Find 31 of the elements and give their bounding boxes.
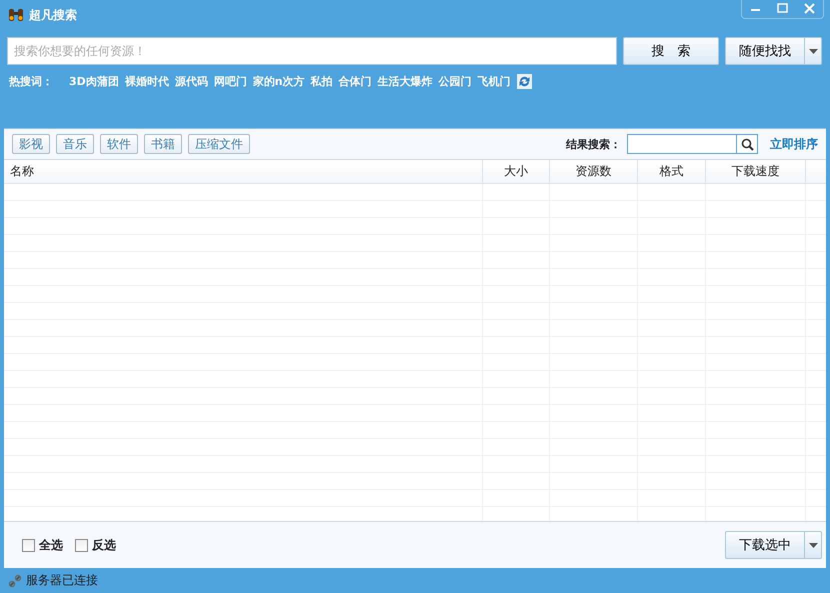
column-header[interactable]: 资源数 [550, 160, 638, 183]
hot-word-link[interactable]: 裸婚时代 [124, 74, 169, 89]
hot-word-link[interactable]: 公园门 [438, 74, 472, 89]
sort-link[interactable]: 立即排序 [770, 136, 818, 152]
connection-status: 服务器已连接 [26, 572, 98, 589]
hot-word-link[interactable]: 生活大爆炸 [378, 74, 433, 89]
hot-words-label: 热搜词： [9, 74, 53, 89]
checkbox[interactable]: 反选 [75, 536, 116, 554]
random-search-button[interactable]: 随便找找 [725, 37, 822, 65]
checkbox[interactable]: 全选 [22, 536, 63, 554]
category-button[interactable]: 书籍 [144, 134, 182, 154]
download-selected-button[interactable]: 下载选中 [725, 531, 822, 559]
search-button[interactable]: 搜 索 [623, 37, 719, 65]
window-title: 超凡搜索 [29, 6, 77, 24]
hot-word-link[interactable]: 合体门 [338, 74, 372, 89]
column-header[interactable]: 大小 [483, 160, 550, 183]
category-button[interactable]: 软件 [100, 134, 138, 154]
hot-word-link[interactable]: 3D肉蒲团 [69, 74, 119, 89]
hot-word-link[interactable]: 私拍 [310, 74, 333, 89]
category-button[interactable]: 压缩文件 [188, 134, 250, 154]
hot-word-link[interactable]: 飞机门 [478, 74, 511, 89]
hot-word-link[interactable]: 家的n次方 [252, 74, 305, 89]
category-button[interactable]: 影视 [12, 134, 50, 154]
search-field[interactable]: 搜索你想要的任何资源！ [7, 37, 617, 65]
hot-word-link[interactable]: 源代码 [174, 74, 208, 89]
category-button[interactable]: 音乐 [56, 134, 94, 154]
column-header[interactable]: 下载速度 [706, 160, 806, 183]
hot-word-link[interactable]: 网吧门 [214, 74, 247, 89]
column-header[interactable]: 格式 [638, 160, 706, 183]
column-header[interactable]: 名称 [4, 160, 483, 183]
result-search-label: 结果搜索： [566, 136, 621, 152]
